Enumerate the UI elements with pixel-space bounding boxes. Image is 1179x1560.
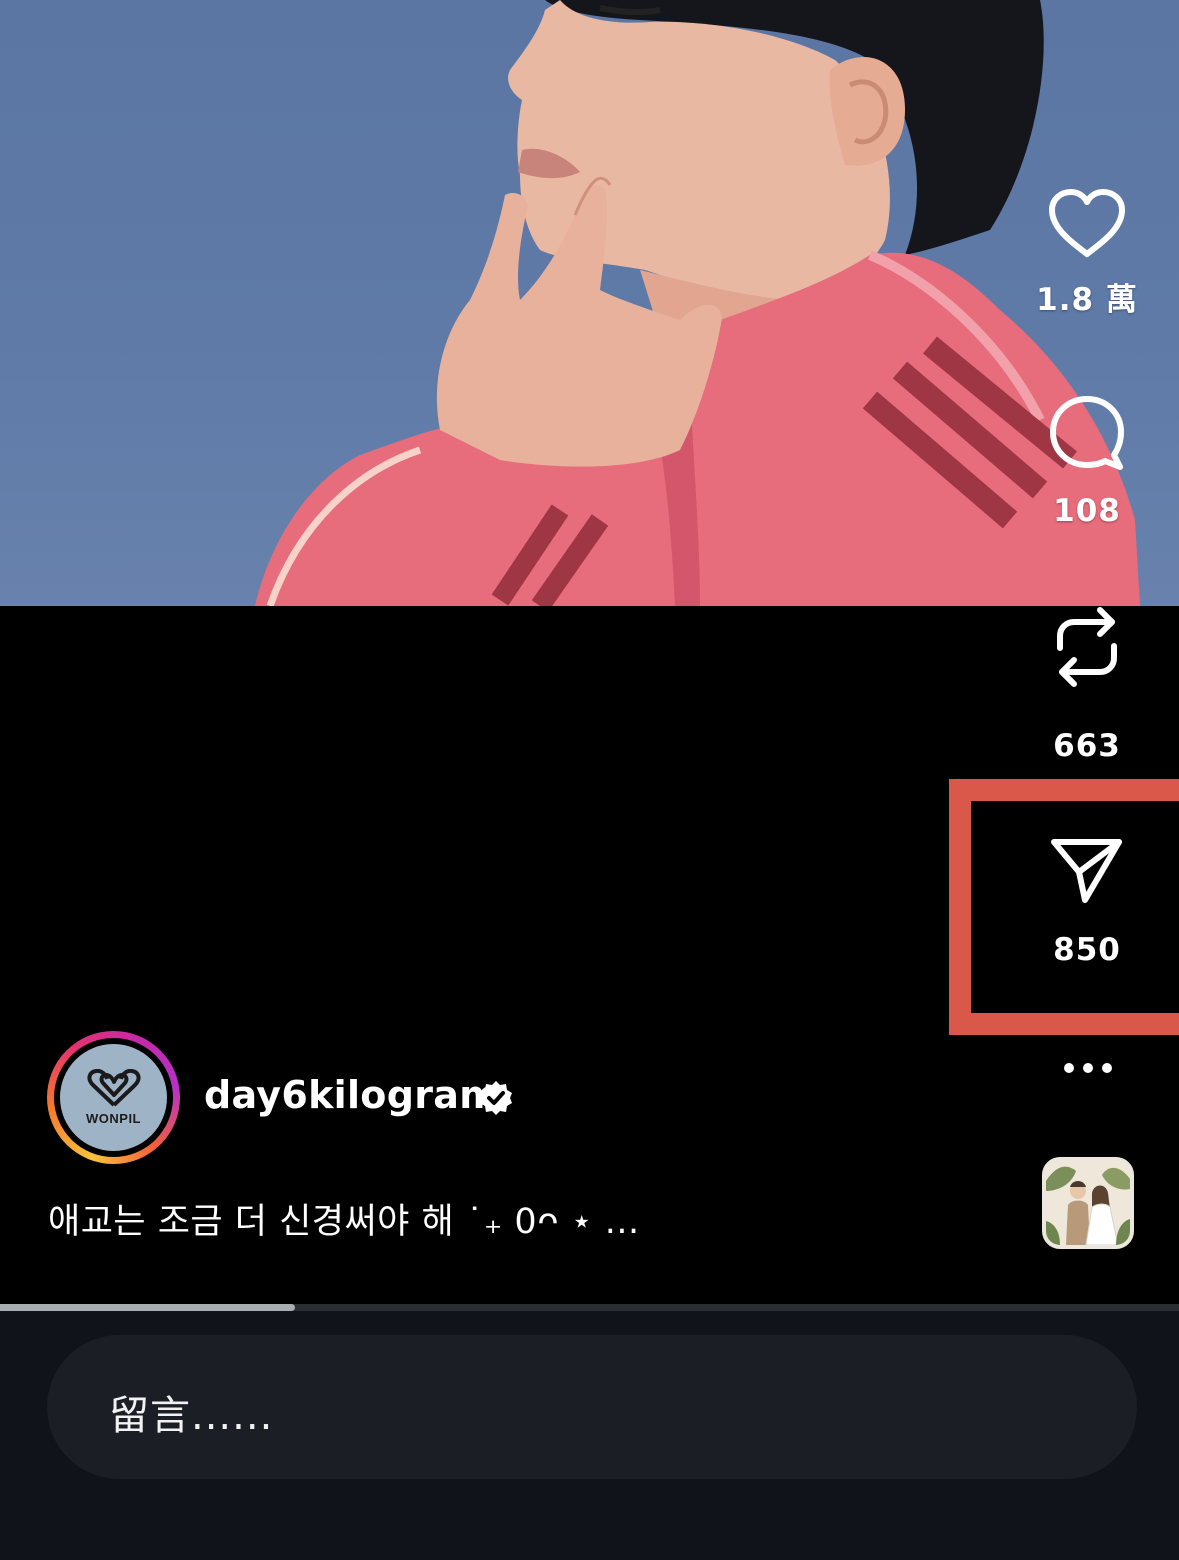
video-frame-illustration	[255, 0, 1140, 606]
comment-icon	[1050, 396, 1124, 470]
repost-icon	[1057, 607, 1117, 687]
verified-icon	[480, 1081, 512, 1115]
comment-button[interactable]: 108	[1027, 395, 1147, 529]
heart-icon	[1049, 189, 1125, 257]
share-icon	[1051, 839, 1122, 903]
wonpil-logo-icon	[86, 1069, 141, 1107]
post-caption[interactable]: 애교는 조금 더 신경써야 해 ˙₊ 0ᴖ ⋆ ...	[48, 1193, 640, 1244]
author-username[interactable]: day6kilogram	[204, 1073, 499, 1117]
author-avatar[interactable]: WONPIL	[47, 1031, 180, 1164]
more-icon[interactable]	[1062, 1058, 1114, 1078]
video-progress-bar[interactable]	[0, 1304, 1179, 1311]
comment-count: 108	[1053, 493, 1121, 529]
video-progress-fill	[0, 1304, 295, 1311]
share-count: 850	[1053, 932, 1121, 968]
video-player[interactable]	[0, 0, 1179, 606]
comment-input-placeholder: 留言......	[109, 1393, 274, 1439]
avatar-label: WONPIL	[86, 1111, 141, 1126]
like-count: 1.8 萬	[1036, 282, 1138, 318]
music-thumbnail[interactable]	[1042, 1157, 1134, 1249]
like-button[interactable]: 1.8 萬	[1027, 188, 1147, 319]
repost-button[interactable]: 663	[1027, 604, 1147, 764]
share-button[interactable]: 850	[1027, 836, 1147, 968]
music-cover-art	[1046, 1161, 1130, 1245]
comment-input[interactable]: 留言......	[47, 1335, 1137, 1479]
repost-count: 663	[1053, 728, 1121, 764]
